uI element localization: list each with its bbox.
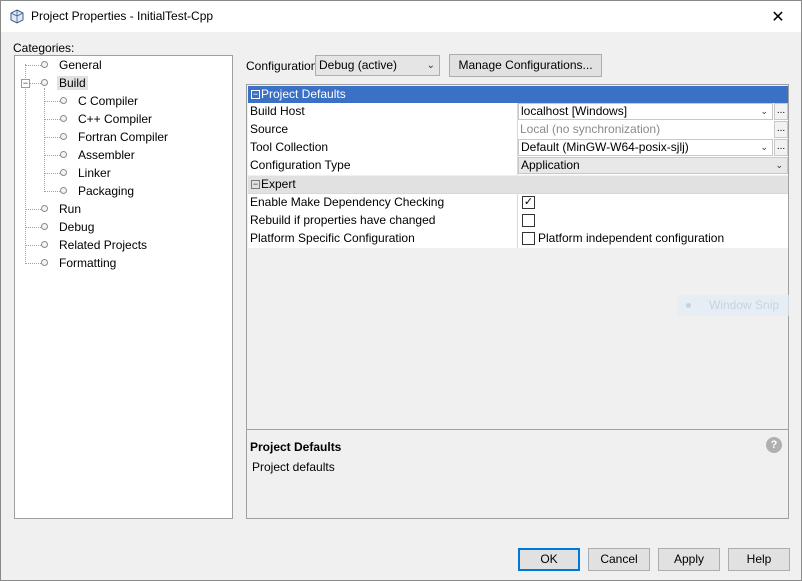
tree-item-packaging[interactable]: Packaging	[60, 183, 134, 199]
configuration-select[interactable]: Debug (active) ⌄	[315, 55, 440, 76]
property-value[interactable]: Default (MinGW-W64-posix-sjlj) ⌄ ...	[518, 139, 788, 157]
property-value[interactable]: Platform independent configuration	[518, 230, 788, 248]
rebuild-checkbox[interactable]	[522, 214, 535, 227]
property-row-build-host[interactable]: Build Host localhost [Windows] ⌄ ...	[248, 103, 788, 121]
property-row-configuration-type[interactable]: Configuration Type Application ⌄	[248, 157, 788, 175]
tree-item-build[interactable]: Build	[41, 75, 88, 91]
tree-item-run[interactable]: Run	[41, 201, 81, 217]
tree-item-general[interactable]: General	[41, 57, 102, 73]
help-button[interactable]: Help	[728, 548, 790, 571]
project-icon	[10, 9, 24, 24]
node-icon	[41, 61, 48, 68]
description-title: Project Defaults	[250, 440, 342, 454]
collapse-build-toggle[interactable]: −	[21, 79, 30, 88]
node-icon	[41, 223, 48, 230]
node-icon	[60, 151, 67, 158]
tool-collection-select[interactable]: Default (MinGW-W64-posix-sjlj) ⌄	[518, 139, 773, 156]
property-name: Build Host	[248, 103, 518, 121]
tree-item-assembler[interactable]: Assembler	[60, 147, 135, 163]
title-bar[interactable]: Project Properties - InitialTest-Cpp ✕	[1, 1, 801, 32]
manage-configurations-button[interactable]: Manage Configurations...	[449, 54, 602, 77]
description-panel: Project Defaults Project defaults ?	[247, 429, 788, 518]
tree-item-debug[interactable]: Debug	[41, 219, 94, 235]
window-title: Project Properties - InitialTest-Cpp	[31, 9, 214, 23]
description-text: Project defaults	[252, 460, 335, 474]
collapse-icon[interactable]: −	[251, 180, 260, 189]
help-icon[interactable]: ?	[766, 437, 782, 453]
build-host-ellipsis-button[interactable]: ...	[774, 103, 788, 120]
node-icon	[41, 205, 48, 212]
property-row-rebuild[interactable]: Rebuild if properties have changed	[248, 212, 788, 230]
property-row-tool-collection[interactable]: Tool Collection Default (MinGW-W64-posix…	[248, 139, 788, 157]
node-icon	[41, 79, 48, 86]
build-host-select[interactable]: localhost [Windows] ⌄	[518, 103, 773, 120]
property-value[interactable]: Local (no synchronization) ...	[518, 121, 788, 139]
property-name: Platform Specific Configuration	[248, 230, 518, 248]
platform-independent-checkbox[interactable]	[522, 232, 535, 245]
source-value: Local (no synchronization)	[520, 122, 661, 136]
node-icon	[60, 115, 67, 122]
source-ellipsis-button[interactable]: ...	[774, 121, 788, 138]
property-row-platform-specific[interactable]: Platform Specific Configuration Platform…	[248, 230, 788, 248]
chevron-down-icon: ⌄	[760, 142, 768, 152]
tree-item-linker[interactable]: Linker	[60, 165, 111, 181]
tree-line	[44, 88, 45, 192]
property-table: − Project Defaults Build Host localhost …	[247, 85, 788, 428]
property-row-source[interactable]: Source Local (no synchronization) ...	[248, 121, 788, 139]
tree-line	[25, 64, 26, 262]
tree-item-fortran-compiler[interactable]: Fortran Compiler	[60, 129, 168, 145]
window-snip-overlay: Window Snip	[677, 295, 789, 316]
node-icon	[60, 187, 67, 194]
configuration-label: Configuration:	[246, 59, 321, 73]
cancel-button[interactable]: Cancel	[588, 548, 650, 571]
property-value[interactable]	[518, 212, 788, 230]
node-icon	[41, 241, 48, 248]
tool-collection-ellipsis-button[interactable]: ...	[774, 139, 788, 156]
property-value[interactable]: Application ⌄	[518, 157, 788, 175]
property-row-dependency-checking[interactable]: Enable Make Dependency Checking ✓	[248, 194, 788, 212]
property-name: Tool Collection	[248, 139, 518, 157]
property-name: Configuration Type	[248, 157, 518, 175]
close-button[interactable]: ✕	[755, 1, 801, 32]
apply-button[interactable]: Apply	[658, 548, 720, 571]
dialog-window: Project Properties - InitialTest-Cpp ✕ C…	[0, 0, 802, 581]
node-icon	[60, 97, 67, 104]
platform-independent-label: Platform independent configuration	[538, 231, 725, 245]
close-icon: ✕	[771, 8, 785, 26]
ok-button[interactable]: OK	[518, 548, 580, 571]
category-header-project-defaults[interactable]: − Project Defaults	[248, 86, 788, 103]
chevron-down-icon: ⌄	[426, 60, 435, 71]
tree-item-formatting[interactable]: Formatting	[41, 255, 116, 271]
configuration-value: Debug (active)	[319, 58, 398, 72]
node-icon	[60, 169, 67, 176]
snip-icon	[686, 303, 691, 308]
node-icon	[41, 259, 48, 266]
category-header-expert[interactable]: − Expert	[248, 176, 788, 194]
chevron-down-icon: ⌄	[775, 160, 783, 170]
node-icon	[60, 133, 67, 140]
dependency-checking-checkbox[interactable]: ✓	[522, 196, 535, 209]
tree-item-cpp-compiler[interactable]: C++ Compiler	[60, 111, 152, 127]
property-name: Enable Make Dependency Checking	[248, 194, 518, 212]
tree-item-related-projects[interactable]: Related Projects	[41, 237, 147, 253]
chevron-down-icon: ⌄	[760, 106, 768, 116]
categories-label: Categories:	[13, 41, 75, 55]
configuration-type-select[interactable]: Application ⌄	[518, 157, 788, 174]
property-value[interactable]: localhost [Windows] ⌄ ...	[518, 103, 788, 121]
property-name: Source	[248, 121, 518, 139]
property-name: Rebuild if properties have changed	[248, 212, 518, 230]
tree-item-c-compiler[interactable]: C Compiler	[60, 93, 138, 109]
collapse-icon[interactable]: −	[251, 90, 260, 99]
property-value[interactable]: ✓	[518, 194, 788, 212]
categories-tree[interactable]: − General Build C Compiler C++ Compiler …	[14, 55, 233, 519]
